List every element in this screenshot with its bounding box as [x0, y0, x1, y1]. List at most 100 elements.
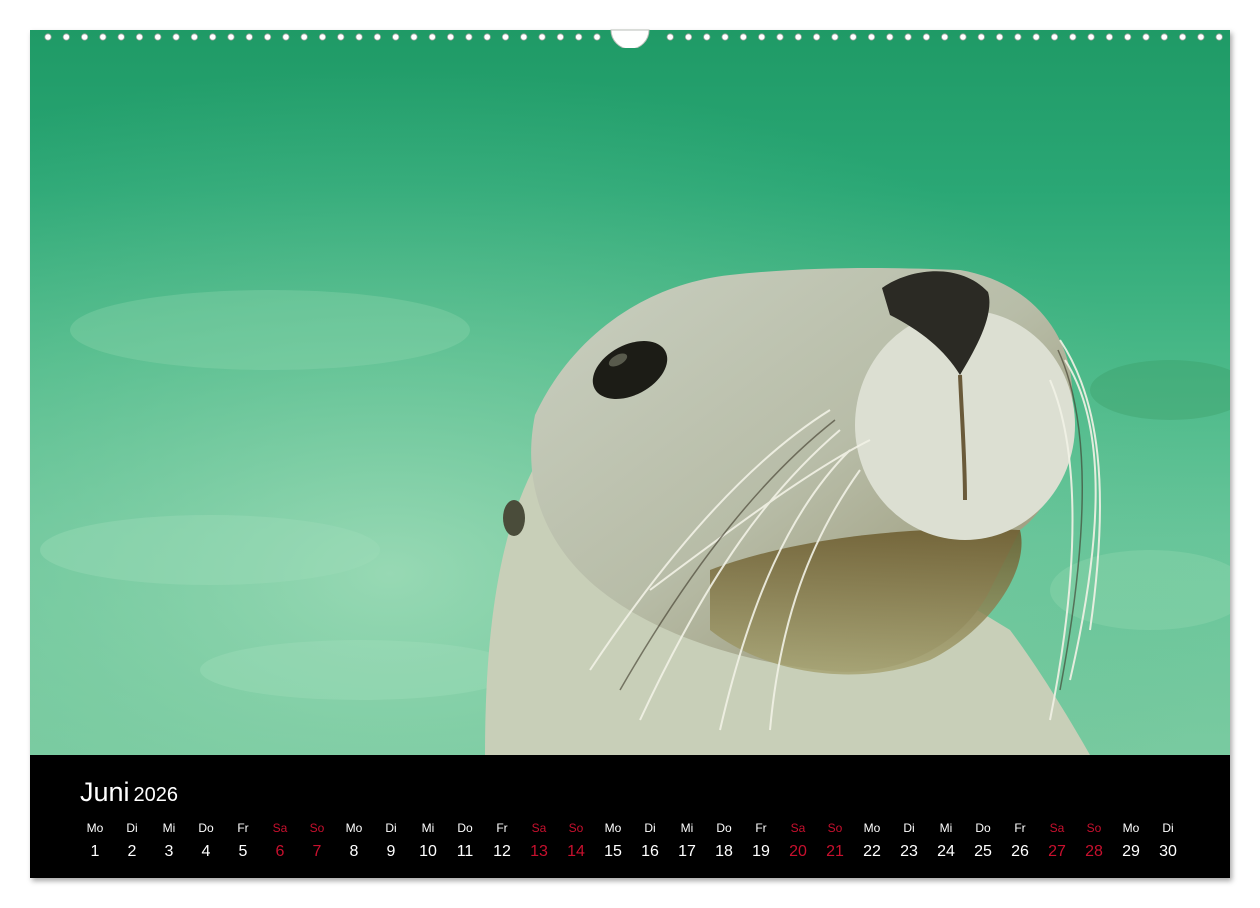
binding-hole — [666, 33, 674, 41]
binding-hole — [904, 33, 912, 41]
weekday-label: Di — [903, 821, 915, 835]
day-number: 7 — [312, 843, 322, 860]
binding-hole — [318, 33, 327, 41]
binding-hole — [776, 33, 784, 41]
day-cell: Mo 8 — [334, 819, 374, 865]
binding-hole — [849, 33, 857, 41]
binding-hole — [135, 33, 144, 41]
binding-hole — [465, 33, 473, 41]
day-number: 28 — [1085, 843, 1103, 860]
weekday-label: Do — [716, 821, 732, 835]
binding-hole — [300, 33, 308, 41]
day-cell: Sa 13 — [519, 819, 559, 865]
month-name: Juni — [80, 777, 130, 807]
weekday-label: Fr — [1014, 821, 1026, 835]
binding-hole — [995, 33, 1004, 41]
binding-hole — [703, 33, 711, 41]
binding-hole — [355, 33, 363, 41]
day-cell: Fr 26 — [1000, 819, 1040, 865]
day-number: 5 — [238, 843, 248, 860]
day-cell: Di 23 — [889, 819, 929, 865]
day-number: 16 — [641, 843, 659, 860]
weekday-label: Mo — [604, 821, 622, 835]
weekday-label: Mi — [421, 821, 435, 835]
weekday-label: Sa — [272, 821, 288, 835]
binding-hole — [886, 33, 894, 41]
binding-hole — [172, 33, 180, 41]
binding-hole — [739, 33, 748, 41]
binding-hole — [1124, 33, 1132, 41]
sea-lion-illustration — [30, 30, 1230, 755]
binding-hole — [428, 33, 436, 41]
weekday-label: So — [568, 821, 584, 835]
weekday-label: So — [1086, 821, 1102, 835]
binding-hole — [1179, 33, 1187, 41]
day-cell: Do 18 — [704, 819, 744, 865]
day-number: 24 — [937, 843, 955, 860]
binding-hole — [831, 33, 839, 41]
day-number: 18 — [715, 843, 733, 860]
binding-hole — [520, 33, 528, 41]
weekday-label: So — [309, 821, 325, 835]
weekday-label: Sa — [1049, 821, 1065, 835]
day-cell: So 14 — [556, 819, 596, 865]
day-cell: Sa 6 — [260, 819, 300, 865]
day-number: 21 — [826, 843, 844, 860]
binding-hole — [812, 33, 821, 41]
year: 2026 — [133, 784, 179, 806]
day-number: 30 — [1159, 843, 1177, 860]
binding-hole — [446, 33, 455, 41]
day-cell: Mo 15 — [593, 819, 633, 865]
day-cell: So 28 — [1074, 819, 1114, 865]
month-title: Juni 2026 — [80, 777, 178, 808]
binding-hole — [190, 33, 198, 41]
calendar-page: Juni 2026 Mo 1 Di 2 Mi 3 Do 4 Fr 5 Sa 6 So 7 Mo 8 Di 9 Mi 10… — [30, 30, 1230, 878]
binding-hole — [245, 33, 253, 41]
day-number: 19 — [752, 843, 770, 860]
weekday-label: Di — [385, 821, 397, 835]
binding-hole — [1142, 33, 1150, 41]
binding-hole — [44, 33, 52, 41]
binding-hole — [154, 33, 162, 41]
weekday-label: Mi — [680, 821, 694, 835]
day-number: 2 — [127, 843, 137, 860]
day-number: 25 — [974, 843, 992, 860]
calendar-strip: Juni 2026 Mo 1 Di 2 Mi 3 Do 4 Fr 5 Sa 6 So 7 Mo 8 Di 9 Mi 10… — [30, 755, 1230, 878]
weekday-label: Di — [126, 821, 138, 835]
weekday-label: So — [827, 821, 843, 835]
binding-hole — [794, 33, 802, 41]
binding-hole — [684, 33, 693, 41]
binding-hole — [941, 33, 949, 41]
binding-hole — [1215, 33, 1223, 41]
binding-hole — [959, 33, 967, 41]
day-number: 20 — [789, 843, 807, 860]
binding-hole — [575, 33, 583, 41]
binding-hole — [99, 33, 107, 41]
day-cell: Di 9 — [371, 819, 411, 865]
day-cell: Di 2 — [112, 819, 152, 865]
binding-hole — [556, 33, 565, 41]
binding-hole — [538, 33, 546, 41]
day-cell: Mo 22 — [852, 819, 892, 865]
binding-hole — [1087, 33, 1095, 41]
binding-hole — [1197, 33, 1205, 41]
weekday-label: Di — [644, 821, 656, 835]
binding-hole — [264, 33, 272, 41]
binding-hole — [758, 33, 766, 41]
hanger-notch — [610, 29, 650, 48]
day-cell: Mi 24 — [926, 819, 966, 865]
day-cell: Do 11 — [445, 819, 485, 865]
weekday-label: Mi — [162, 821, 176, 835]
weekday-label: Do — [198, 821, 214, 835]
binding-hole — [227, 33, 235, 41]
day-number: 12 — [493, 843, 511, 860]
day-number: 6 — [275, 843, 285, 860]
day-number: 13 — [530, 843, 548, 860]
day-number: 26 — [1011, 843, 1029, 860]
day-cell: So 7 — [297, 819, 337, 865]
weekday-label: Di — [1162, 821, 1174, 835]
day-number: 17 — [678, 843, 696, 860]
binding-hole — [1050, 33, 1059, 41]
day-grid: Mo 1 Di 2 Mi 3 Do 4 Fr 5 Sa 6 So 7 Mo 8 Di 9 Mi 10 Do 11 Fr 12 S… — [75, 819, 1195, 869]
weekday-label: Do — [975, 821, 991, 835]
